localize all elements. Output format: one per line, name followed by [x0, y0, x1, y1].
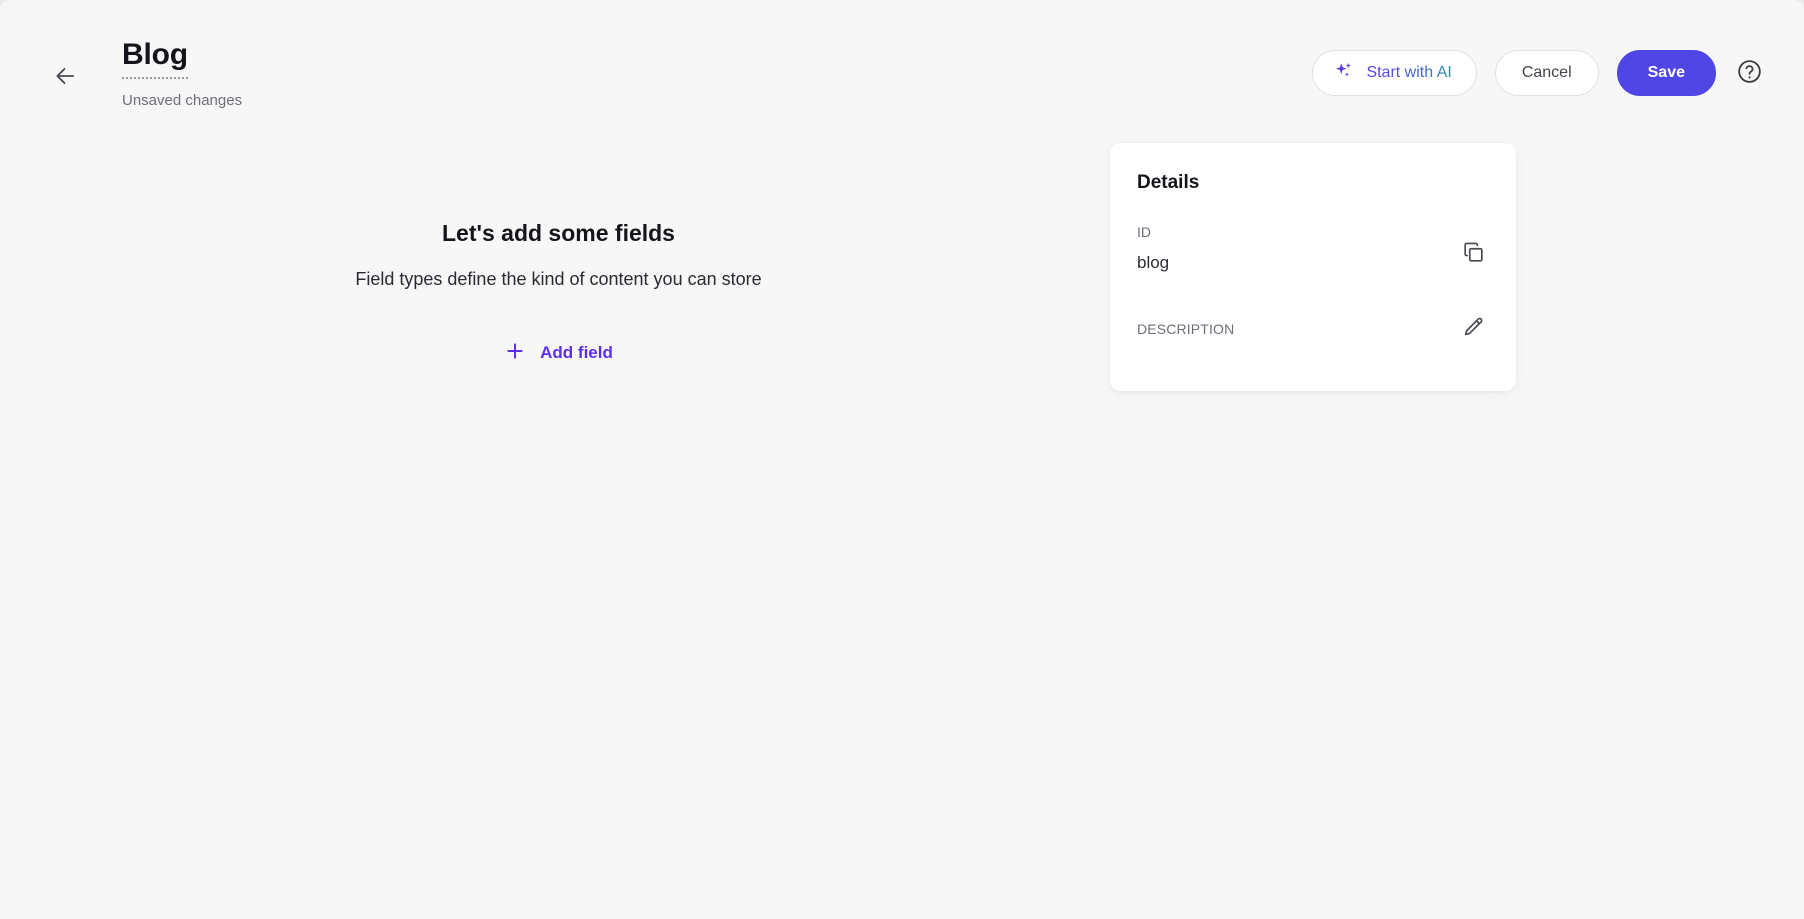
details-heading: Details	[1137, 172, 1200, 193]
start-with-ai-button[interactable]: Start with AI	[1312, 50, 1477, 96]
title-block: Blog Unsaved changes	[122, 36, 242, 111]
empty-state: Let's add some fields Field types define…	[0, 218, 1117, 371]
sparkles-icon	[1333, 60, 1355, 87]
save-button[interactable]: Save	[1616, 50, 1716, 96]
add-field-label: Add field	[540, 342, 613, 362]
content-type-editor-screen: Blog Unsaved changes Start with AI Cance…	[0, 0, 1804, 919]
detail-row-id: ID blog	[1137, 223, 1488, 274]
page-title[interactable]: Blog	[122, 36, 188, 79]
pencil-icon	[1461, 315, 1486, 343]
back-button[interactable]	[46, 58, 84, 96]
help-circle-icon	[1736, 58, 1763, 88]
description-label: DESCRIPTION	[1137, 321, 1235, 337]
details-panel: Details ID blog DESCRIPTION	[1110, 143, 1516, 391]
empty-state-title: Let's add some fields	[442, 220, 675, 246]
id-label: ID	[1137, 224, 1151, 240]
help-button[interactable]	[1734, 58, 1764, 88]
cancel-button[interactable]: Cancel	[1494, 50, 1599, 96]
arrow-left-icon	[52, 63, 78, 92]
start-with-ai-label: Start with AI	[1366, 64, 1452, 81]
edit-description-button[interactable]	[1458, 314, 1488, 344]
plus-icon	[504, 340, 526, 365]
copy-id-button[interactable]	[1458, 239, 1488, 269]
header-actions: Start with AI Cancel Save	[1312, 50, 1764, 96]
empty-state-description: Field types define the kind of content y…	[355, 269, 762, 289]
id-value: blog	[1137, 253, 1170, 272]
add-field-button[interactable]: Add field	[494, 334, 623, 371]
page-header: Blog Unsaved changes Start with AI Cance…	[0, 0, 1804, 140]
unsaved-changes-status: Unsaved changes	[122, 92, 243, 109]
detail-row-description: DESCRIPTION	[1137, 317, 1488, 339]
copy-icon	[1461, 240, 1486, 268]
